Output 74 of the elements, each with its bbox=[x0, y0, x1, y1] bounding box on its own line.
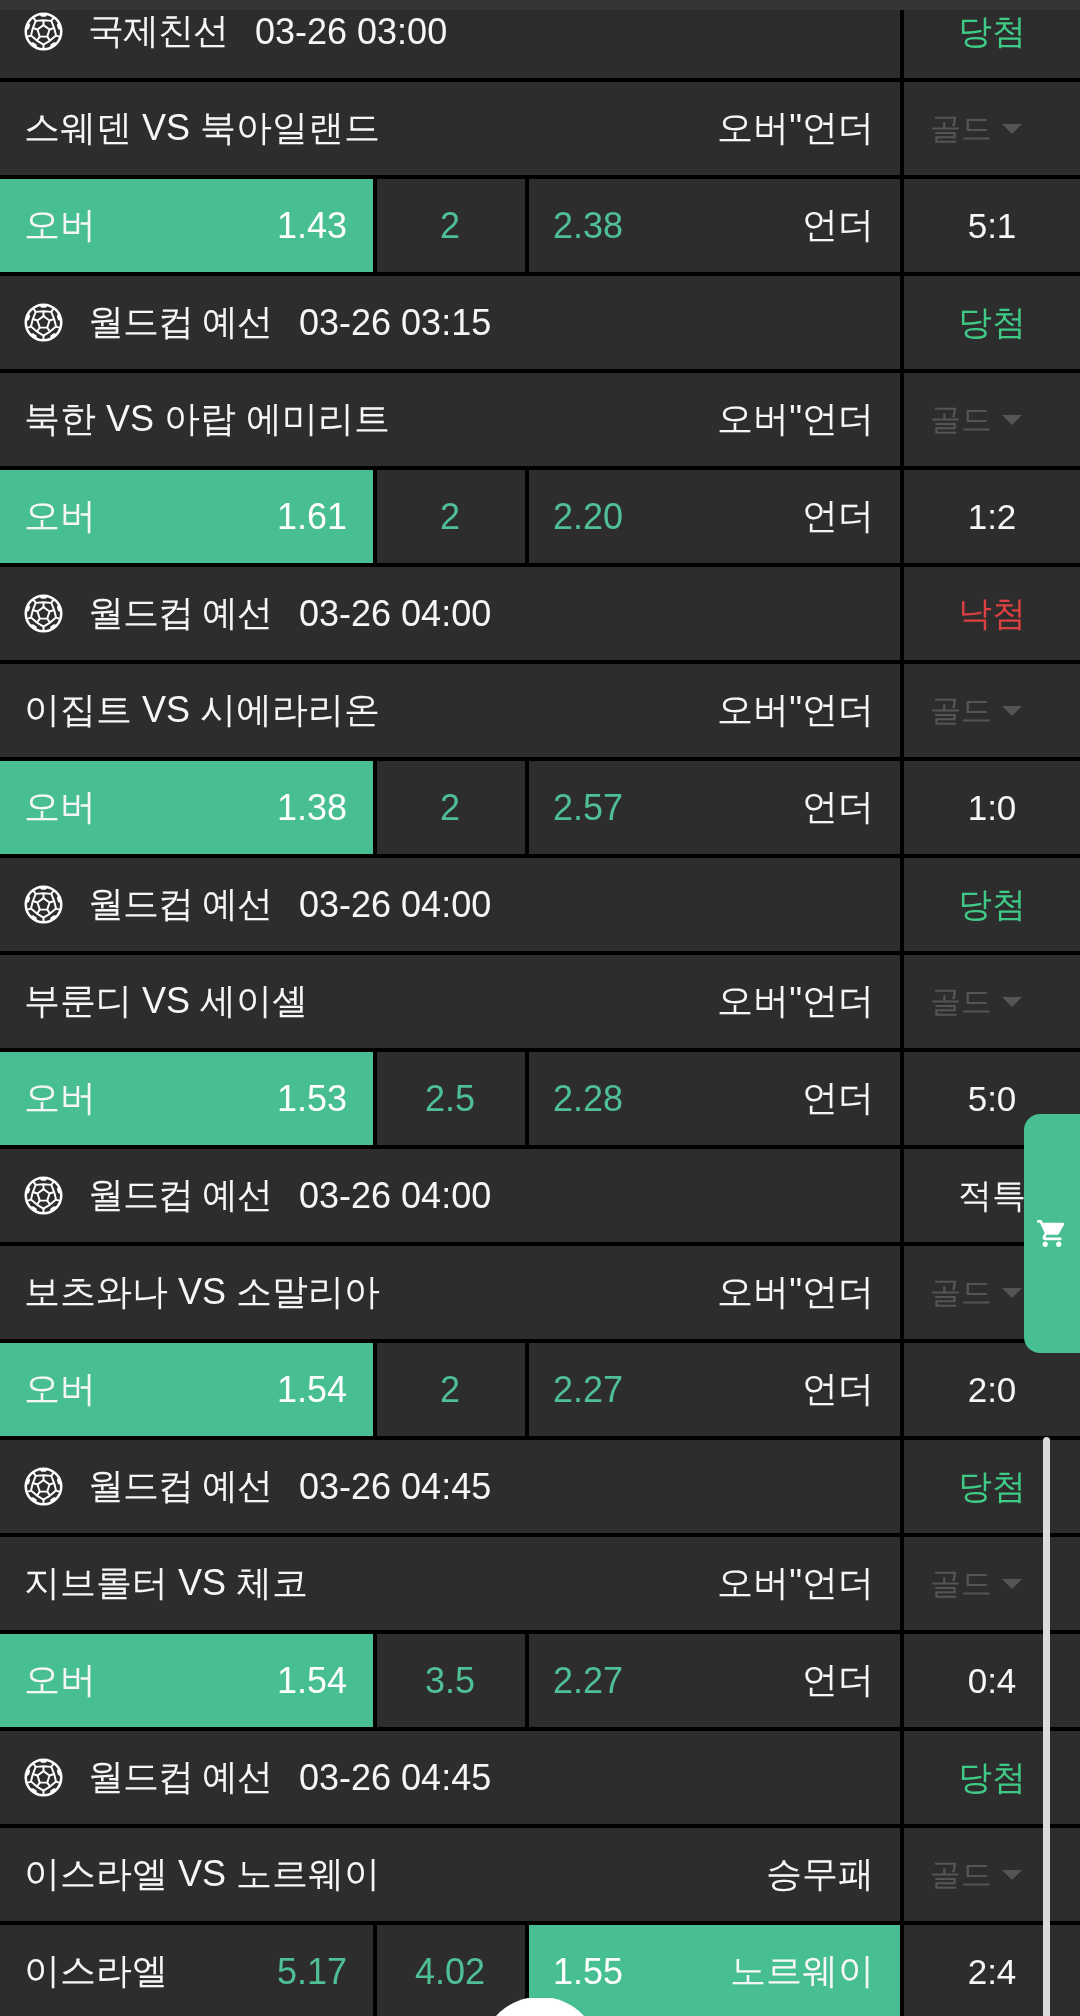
league-name: 월드컵 예선 bbox=[88, 300, 272, 344]
result-status: 당첨 bbox=[958, 1756, 1026, 1798]
league-name: 국제친선 bbox=[88, 10, 228, 53]
match-time: 03-26 04:00 bbox=[299, 592, 492, 635]
caret-down-icon bbox=[1002, 123, 1022, 134]
floating-round-button[interactable] bbox=[496, 1998, 584, 2016]
match-score: 2:0 bbox=[967, 1369, 1017, 1410]
match-teams: 보츠와나 VS 소말리아 bbox=[24, 1270, 381, 1314]
result-status: 당첨 bbox=[958, 883, 1026, 925]
odds-button[interactable]: 이스라엘 5.17 bbox=[0, 1925, 373, 2016]
match-time: 03-26 03:15 bbox=[299, 301, 492, 344]
result-status: 적특 bbox=[958, 1174, 1026, 1216]
match-time: 03-26 03:00 bbox=[255, 10, 448, 53]
match-score: 0:4 bbox=[967, 1660, 1017, 1701]
match-teams: 이스라엘 VS 노르웨이 bbox=[24, 1852, 381, 1896]
match-time: 03-26 04:45 bbox=[299, 1756, 492, 1799]
match-teams: 북한 VS 아랍 에미리트 bbox=[24, 397, 391, 441]
league-name: 월드컵 예선 bbox=[88, 882, 272, 926]
soccer-ball-icon bbox=[24, 12, 63, 51]
market-type: 오버"언더 bbox=[717, 397, 874, 441]
match-score: 5:0 bbox=[967, 1078, 1017, 1119]
match-time: 03-26 04:00 bbox=[299, 883, 492, 926]
market-type: 오버"언더 bbox=[717, 979, 874, 1023]
result-status: 당첨 bbox=[958, 1465, 1026, 1507]
match-teams: 스웨덴 VS 북아일랜드 bbox=[24, 106, 381, 150]
odds-button[interactable]: 2 bbox=[377, 1343, 525, 1436]
soccer-ball-icon bbox=[24, 303, 63, 342]
cart-button[interactable] bbox=[1024, 1114, 1080, 1353]
match-time: 03-26 04:00 bbox=[299, 1174, 492, 1217]
league-name: 월드컵 예선 bbox=[88, 591, 272, 635]
match-time: 03-26 04:45 bbox=[299, 1465, 492, 1508]
match-teams: 이집트 VS 시에라리온 bbox=[24, 688, 381, 732]
soccer-ball-icon bbox=[24, 594, 63, 633]
odds-button[interactable]: 3.5 bbox=[377, 1634, 525, 1727]
odds-button[interactable]: 2.20 언더 bbox=[529, 470, 900, 563]
caret-down-icon bbox=[1002, 996, 1022, 1007]
market-type: 오버"언더 bbox=[717, 1270, 874, 1314]
caret-down-icon bbox=[1002, 1578, 1022, 1589]
odds-button[interactable]: 2.28 언더 bbox=[529, 1052, 900, 1145]
market-type: 오버"언더 bbox=[717, 1561, 874, 1605]
match-score: 1:0 bbox=[967, 787, 1017, 828]
odds-button[interactable]: 2.27 언더 bbox=[529, 1343, 900, 1436]
market-type: 승무패 bbox=[766, 1852, 874, 1896]
odds-button[interactable]: 2.5 bbox=[377, 1052, 525, 1145]
result-status: 당첨 bbox=[958, 301, 1026, 343]
scrollbar-thumb[interactable] bbox=[1043, 1437, 1050, 2016]
odds-button[interactable]: 2.57 언더 bbox=[529, 761, 900, 854]
odds-button[interactable]: 2 bbox=[377, 470, 525, 563]
result-status: 낙첨 bbox=[958, 592, 1026, 634]
cart-icon bbox=[1037, 1220, 1067, 1247]
match-score: 5:1 bbox=[967, 205, 1017, 246]
odds-button[interactable]: 2.38 언더 bbox=[529, 179, 900, 272]
match-score: 2:4 bbox=[967, 1951, 1017, 1992]
soccer-ball-icon bbox=[24, 1176, 63, 1215]
soccer-ball-icon bbox=[24, 1467, 63, 1506]
market-type: 오버"언더 bbox=[717, 106, 874, 150]
match-score: 1:2 bbox=[967, 496, 1017, 537]
match-teams: 지브롤터 VS 체코 bbox=[24, 1561, 309, 1605]
result-status: 당첨 bbox=[958, 10, 1026, 52]
odds-button[interactable]: 2 bbox=[377, 179, 525, 272]
league-name: 월드컵 예선 bbox=[88, 1173, 272, 1217]
odds-button[interactable]: 2.27 언더 bbox=[529, 1634, 900, 1727]
market-type: 오버"언더 bbox=[717, 688, 874, 732]
league-name: 월드컵 예선 bbox=[88, 1464, 272, 1508]
odds-button[interactable]: 2 bbox=[377, 761, 525, 854]
soccer-ball-icon bbox=[24, 1758, 63, 1797]
caret-down-icon bbox=[1002, 1869, 1022, 1880]
caret-down-icon bbox=[1002, 705, 1022, 716]
odds-button[interactable]: 4.02 bbox=[377, 1925, 525, 2016]
soccer-ball-icon bbox=[24, 885, 63, 924]
league-name: 월드컵 예선 bbox=[88, 1755, 272, 1799]
caret-down-icon bbox=[1002, 414, 1022, 425]
caret-down-icon bbox=[1002, 1287, 1022, 1298]
match-teams: 부룬디 VS 세이셸 bbox=[24, 979, 309, 1023]
